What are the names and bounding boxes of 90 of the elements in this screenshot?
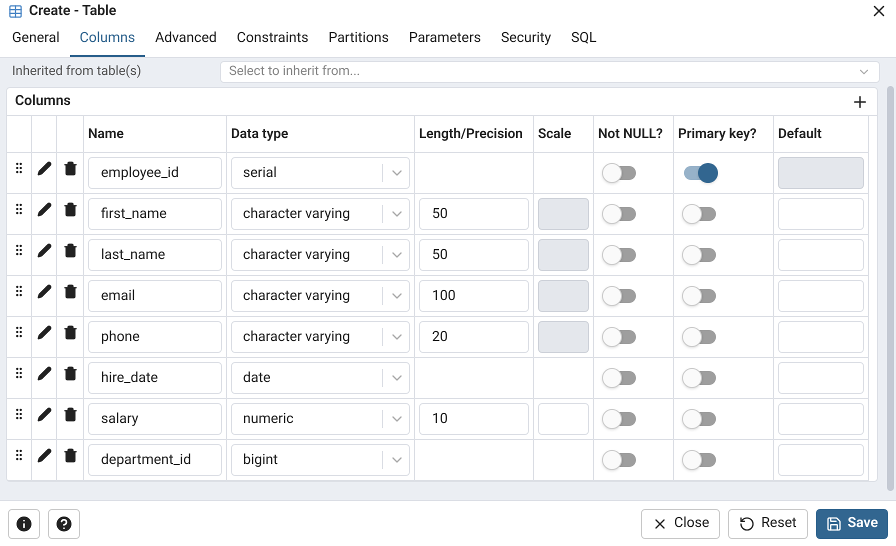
scrollbar[interactable] [887, 86, 894, 491]
toggle-switch[interactable] [682, 450, 718, 470]
edit-icon[interactable] [36, 366, 52, 381]
edit-icon[interactable] [36, 407, 52, 422]
data-type-select[interactable]: numeric [231, 403, 410, 435]
edit-icon[interactable] [36, 161, 52, 176]
data-type-select[interactable]: date [231, 362, 410, 394]
tab[interactable]: Partitions [318, 21, 399, 57]
help-button[interactable] [48, 508, 80, 538]
toggle-switch[interactable] [602, 327, 638, 347]
tab[interactable]: Advanced [145, 21, 227, 57]
edit-icon[interactable] [36, 202, 52, 217]
reset-button[interactable]: Reset [728, 508, 808, 538]
tab[interactable]: Constraints [226, 21, 318, 57]
toggle-switch[interactable] [682, 286, 718, 306]
column-header: Scale [538, 124, 572, 144]
delete-icon[interactable] [62, 202, 78, 217]
default-field[interactable] [778, 444, 864, 476]
name-field[interactable]: department_id [88, 444, 222, 476]
toggle-switch[interactable] [682, 409, 718, 429]
edit-icon[interactable] [36, 284, 52, 299]
name-field[interactable]: salary [88, 403, 222, 435]
toggle-switch[interactable] [682, 204, 718, 224]
toggle-switch[interactable] [602, 368, 638, 388]
length-field[interactable]: 20 [419, 321, 529, 353]
length-field[interactable]: 100 [419, 280, 529, 312]
data-type-select[interactable]: character varying [231, 321, 410, 353]
length-field[interactable]: 10 [419, 403, 529, 435]
delete-icon[interactable] [62, 448, 78, 463]
data-type-select[interactable]: serial [231, 157, 410, 189]
default-field[interactable] [778, 362, 864, 394]
data-type-select[interactable]: character varying [231, 280, 410, 312]
panel-title: Columns [15, 92, 72, 111]
toggle-switch[interactable] [602, 450, 638, 470]
data-type-select[interactable]: bigint [231, 444, 410, 476]
name-field[interactable]: last_name [88, 239, 222, 271]
delete-icon[interactable] [62, 407, 78, 422]
name-field[interactable]: employee_id [88, 157, 222, 189]
help-icon [54, 514, 74, 534]
inherit-select[interactable]: Select to inherit from... [220, 60, 880, 82]
delete-icon[interactable] [62, 366, 78, 381]
reset-icon [739, 516, 756, 532]
window-title: Create - Table [29, 2, 116, 20]
toggle-switch[interactable] [602, 204, 638, 224]
edit-icon[interactable] [36, 448, 52, 463]
name-field[interactable]: phone [88, 321, 222, 353]
toggle-switch[interactable] [602, 409, 638, 429]
delete-icon[interactable] [62, 284, 78, 299]
length-field[interactable]: 50 [419, 198, 529, 230]
column-header: Length/Precision [419, 124, 523, 144]
save-icon [826, 516, 842, 532]
tab[interactable]: Parameters [398, 21, 491, 57]
length-field[interactable]: 50 [419, 239, 529, 271]
data-type-select[interactable]: character varying [231, 198, 410, 230]
delete-icon[interactable] [62, 325, 78, 340]
tab[interactable]: General [2, 21, 70, 57]
default-field[interactable] [778, 198, 864, 230]
data-type-select[interactable]: character varying [231, 239, 410, 271]
tab[interactable]: SQL [561, 21, 607, 57]
default-field[interactable] [778, 280, 864, 312]
toggle-switch[interactable] [682, 163, 718, 183]
default-field[interactable] [778, 239, 864, 271]
info-button[interactable] [8, 508, 40, 538]
column-header: Primary key? [678, 124, 757, 144]
edit-icon[interactable] [36, 325, 52, 340]
scale-field[interactable] [538, 403, 589, 435]
column-header: Name [88, 124, 124, 144]
delete-icon[interactable] [62, 243, 78, 258]
edit-icon[interactable] [36, 243, 52, 258]
name-field[interactable]: hire_date [88, 362, 222, 394]
default-field[interactable] [778, 403, 864, 435]
name-field[interactable]: first_name [88, 198, 222, 230]
column-header: Data type [231, 124, 288, 144]
toggle-switch[interactable] [602, 245, 638, 265]
close-button[interactable]: Close [641, 508, 720, 538]
delete-icon[interactable] [62, 161, 78, 176]
toggle-switch[interactable] [602, 163, 638, 183]
default-field[interactable] [778, 321, 864, 353]
toggle-switch[interactable] [602, 286, 638, 306]
info-icon [14, 514, 34, 534]
column-header: Not NULL? [598, 124, 663, 144]
table-icon [8, 4, 23, 18]
toggle-switch[interactable] [682, 245, 718, 265]
save-button[interactable]: Save [816, 508, 888, 538]
toggle-switch[interactable] [682, 327, 718, 347]
tab[interactable]: Security [490, 21, 562, 57]
name-field[interactable]: email [88, 280, 222, 312]
toggle-switch[interactable] [682, 368, 718, 388]
field-label: Inherited from table(s) [12, 62, 142, 81]
column-header: Default [778, 124, 822, 144]
